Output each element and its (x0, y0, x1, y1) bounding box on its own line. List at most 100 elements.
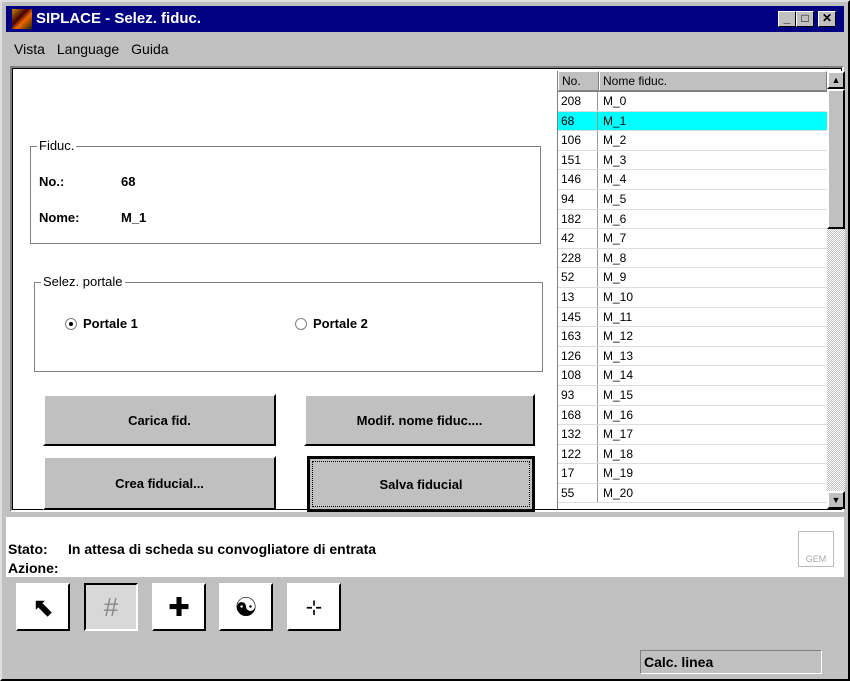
state-value: In attesa di scheda su convogliatore di … (68, 541, 377, 557)
yin-yang-icon: ☯ (234, 591, 258, 622)
maximize-button[interactable]: □ (796, 11, 814, 27)
row-no: 126 (558, 346, 598, 366)
grid-tool-button[interactable]: # (84, 583, 138, 631)
minimize-button[interactable]: _ (778, 11, 796, 27)
scroll-down-icon[interactable]: ▼ (827, 491, 845, 509)
circle-tool-button[interactable]: ☯ (219, 583, 273, 631)
row-name: M_10 (603, 289, 634, 304)
list-row[interactable]: 132 M_17 (558, 425, 827, 445)
radio-portale-2[interactable]: Portale 2 (295, 316, 368, 331)
row-name: M_3 (603, 152, 627, 167)
no-label: No.: (39, 174, 65, 189)
scroll-up-icon[interactable]: ▲ (827, 71, 845, 89)
row-name: M_14 (603, 368, 634, 383)
row-name: M_6 (603, 211, 627, 226)
row-no: 146 (558, 170, 598, 189)
row-name: M_2 (603, 133, 627, 148)
row-no: 145 (558, 307, 598, 327)
radio-label: Portale 2 (313, 316, 368, 331)
radio-label: Portale 1 (83, 316, 138, 331)
list-row[interactable]: 94 M_5 (558, 189, 827, 210)
row-no: 17 (558, 464, 598, 483)
list-row[interactable]: 17 M_19 (558, 464, 827, 484)
menu-guida[interactable]: Guida (125, 38, 174, 60)
list-row[interactable]: 126 M_13 (558, 346, 827, 367)
menu-vista[interactable]: Vista (8, 38, 51, 60)
row-name: M_13 (603, 348, 634, 363)
row-name: M_5 (603, 191, 627, 206)
row-no: 42 (558, 229, 598, 248)
fiduc-group: Fiduc. No.: 68 Nome: M_1 (30, 138, 541, 244)
row-name: M_11 (603, 309, 633, 324)
list-row[interactable]: 228 M_8 (558, 248, 827, 269)
row-no: 13 (558, 287, 598, 307)
list-row[interactable]: 106 M_2 (558, 131, 827, 151)
cross-tool-button[interactable]: ✚ (152, 583, 206, 631)
list-row[interactable]: 13 M_10 (558, 287, 827, 308)
row-name: M_9 (603, 270, 627, 285)
menu-bar: Vista Language Guida (8, 38, 175, 60)
save-fiducial-button[interactable]: Salva fiducial (307, 456, 535, 512)
row-name: M_7 (603, 231, 627, 246)
col-header-name[interactable]: Nome fiduc. (599, 71, 827, 91)
row-name: M_4 (603, 172, 627, 187)
row-no: 182 (558, 209, 598, 229)
action-label: Azione: (8, 560, 59, 576)
radio-portale-1[interactable]: Portale 1 (65, 316, 138, 331)
radio-checked-icon (65, 317, 77, 330)
row-name: M_19 (603, 466, 634, 481)
list-row[interactable]: 93 M_15 (558, 385, 827, 406)
row-no: 228 (558, 248, 598, 268)
portal-group: Selez. portale Portale 1 Portale 2 (34, 274, 543, 372)
app-icon (12, 9, 32, 29)
list-row[interactable]: 42 M_7 (558, 229, 827, 249)
fiducial-list[interactable]: No. Nome fiduc. 208 M_0 68 M_1 106 M_2 151 M_3 14… (557, 71, 827, 509)
list-row[interactable]: 182 M_6 (558, 209, 827, 230)
close-button[interactable]: ✕ (818, 11, 836, 27)
grid-icon: # (103, 591, 119, 622)
load-fiducial-button[interactable]: Carica fid. (43, 394, 276, 446)
list-row[interactable]: 55 M_20 (558, 483, 827, 504)
list-row[interactable]: 146 M_4 (558, 170, 827, 190)
no-value: 68 (121, 174, 136, 189)
row-name: M_16 (603, 407, 634, 422)
main-panel: Fiduc. No.: 68 Nome: M_1 Selez. portale … (10, 66, 845, 512)
cross-icon: ✚ (168, 591, 190, 622)
list-row[interactable]: 68 M_1 (558, 111, 827, 132)
row-no: 151 (558, 150, 598, 170)
center-arrows-icon: ⊹ (305, 596, 323, 619)
row-no: 55 (558, 483, 598, 503)
row-no: 122 (558, 444, 598, 464)
portal-group-label: Selez. portale (41, 274, 125, 289)
list-row[interactable]: 122 M_18 (558, 444, 827, 465)
app-window: SIPLACE - Selez. fiduc. _ □ ✕ Vista Lang… (0, 0, 850, 681)
scroll-thumb[interactable] (827, 89, 845, 229)
fiduc-group-label: Fiduc. (37, 138, 77, 153)
row-no: 168 (558, 405, 598, 425)
rename-fiducial-button[interactable]: Modif. nome fiduc.... (304, 394, 535, 446)
status-area: Stato: In attesa di scheda su convogliat… (6, 517, 844, 577)
row-name: M_1 (603, 113, 627, 128)
row-name: M_12 (603, 329, 634, 344)
row-no: 108 (558, 366, 598, 385)
list-row[interactable]: 168 M_16 (558, 405, 827, 426)
list-row[interactable]: 108 M_14 (558, 366, 827, 386)
row-no: 132 (558, 425, 598, 444)
list-scrollbar[interactable]: ▲ ▼ (827, 71, 845, 509)
col-header-no[interactable]: No. (558, 71, 599, 91)
select-tool-button[interactable]: ⬉ (16, 583, 70, 631)
name-value: M_1 (121, 210, 147, 225)
menu-language[interactable]: Language (51, 38, 125, 60)
list-row[interactable]: 52 M_9 (558, 268, 827, 288)
mail-icon[interactable]: GEM (798, 531, 834, 567)
list-row[interactable]: 163 M_12 (558, 327, 827, 347)
list-row[interactable]: 145 M_11 (558, 307, 827, 328)
row-name: M_17 (603, 427, 634, 442)
list-row[interactable]: 208 M_0 (558, 92, 827, 112)
create-fiducial-button[interactable]: Crea fiducial... (43, 456, 276, 510)
list-row[interactable]: 151 M_3 (558, 150, 827, 171)
center-tool-button[interactable]: ⊹ (287, 583, 341, 631)
row-no: 93 (558, 385, 598, 405)
row-name: M_20 (603, 485, 634, 500)
title-bar: SIPLACE - Selez. fiduc. _ □ ✕ (6, 6, 844, 32)
